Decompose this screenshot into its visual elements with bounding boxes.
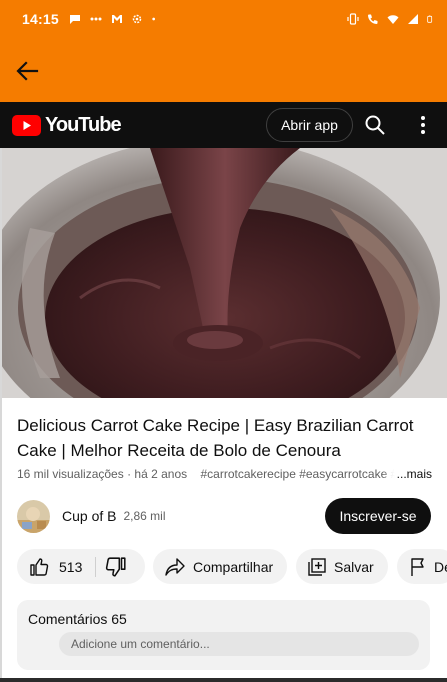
channel-avatar[interactable] [17, 499, 50, 533]
signal-icon [408, 14, 418, 24]
upload-age: há 2 anos [134, 467, 188, 481]
like-dislike-group: 513 [17, 549, 145, 584]
view-count: 16 mil visualizações [17, 467, 124, 481]
vibrate-icon [347, 13, 359, 25]
save-button[interactable]: Salvar [296, 549, 388, 584]
settings-gear-icon [132, 14, 142, 24]
call-icon [368, 14, 378, 24]
video-frame [0, 148, 447, 398]
report-button[interactable]: De [397, 549, 447, 584]
status-time: 14:15 [22, 11, 59, 27]
youtube-logo-text: YouTube [45, 113, 122, 136]
share-label: Compartilhar [193, 558, 274, 575]
flag-icon [411, 557, 424, 576]
thumbs-down-icon[interactable] [105, 556, 127, 578]
like-count: 513 [59, 558, 83, 575]
avatar-image [17, 499, 50, 533]
video-meta[interactable]: 16 mil visualizações · há 2 anos #carrot… [17, 467, 432, 481]
video-title[interactable]: Delicious Carrot Cake Recipe | Easy Braz… [17, 413, 432, 463]
action-bar: 513 Compartilhar Salvar De [17, 549, 447, 585]
gmail-icon [111, 15, 122, 23]
video-player[interactable] [0, 148, 447, 398]
battery-icon [427, 15, 433, 23]
youtube-play-logo-icon [12, 114, 41, 136]
like-divider [95, 557, 96, 577]
status-bar: 14:15 [0, 0, 447, 38]
bottom-edge [0, 678, 447, 682]
channel-row: Cup of B 2,86 mil Inscrever-se [17, 498, 432, 534]
more-vertical-icon[interactable] [414, 114, 432, 136]
hashtags: #carrotcakerecipe #easycarrotcake [200, 467, 388, 481]
meta-spacer [190, 467, 197, 481]
search-icon[interactable] [364, 114, 386, 136]
report-label: De [434, 558, 447, 575]
add-comment-input[interactable]: Adicione um comentário... [59, 632, 419, 656]
arrow-back-icon[interactable] [14, 60, 40, 82]
open-app-button[interactable]: Abrir app [266, 108, 353, 142]
channel-name[interactable]: Cup of B [62, 508, 116, 524]
share-icon [165, 557, 185, 576]
like-button[interactable]: 513 [17, 549, 82, 584]
chat-bubble-icon [69, 15, 80, 24]
youtube-logo[interactable]: YouTube [12, 113, 122, 137]
save-label: Salvar [334, 558, 374, 575]
share-button[interactable]: Compartilhar [153, 549, 287, 584]
dot-icon [152, 17, 155, 21]
wifi-icon [387, 15, 399, 24]
subscriber-count: 2,86 mil [123, 509, 166, 523]
youtube-header: YouTube Abrir app [0, 102, 447, 148]
dots-icon [90, 17, 102, 21]
comments-panel[interactable]: Comentários 65 Adicione um comentário... [17, 600, 430, 670]
app-bar [0, 38, 447, 102]
comments-title: Comentários 65 [28, 611, 127, 627]
more-link[interactable]: ...mais [382, 467, 432, 481]
add-to-playlist-icon [308, 557, 326, 576]
thumbs-up-icon [30, 557, 49, 576]
subscribe-button[interactable]: Inscrever-se [325, 498, 431, 534]
left-edge-line [0, 148, 2, 682]
